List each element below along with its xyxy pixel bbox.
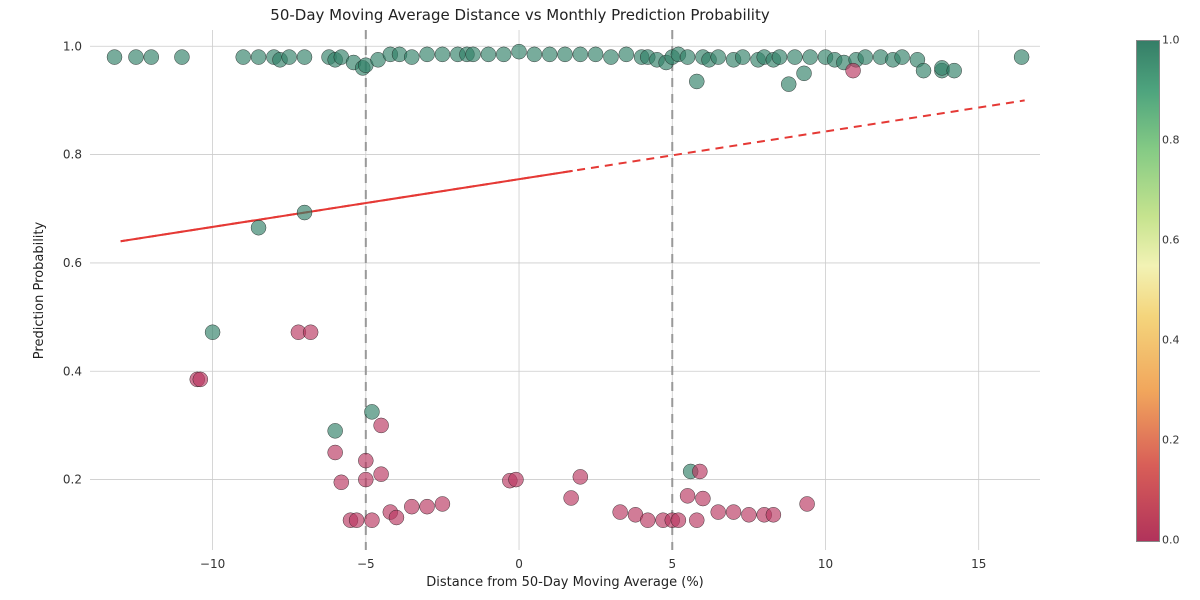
svg-text:−5: −5 [357, 557, 375, 571]
svg-text:1.0: 1.0 [63, 39, 82, 53]
svg-text:5: 5 [668, 557, 676, 571]
svg-text:0.6: 0.6 [63, 256, 82, 270]
svg-text:0.2: 0.2 [63, 473, 82, 487]
svg-text:15: 15 [971, 557, 986, 571]
svg-text:0.4: 0.4 [63, 364, 82, 378]
plot-area: 0.20.40.60.81.0−10−5051015 [90, 30, 1040, 550]
colorbar [1136, 40, 1160, 542]
chart-figure: 50-Day Moving Average Distance vs Monthl… [0, 0, 1200, 600]
colorbar-ticks: 0.00.20.40.60.81.0 [1162, 40, 1190, 540]
svg-text:0.8: 0.8 [63, 148, 82, 162]
svg-text:−10: −10 [200, 557, 225, 571]
svg-text:0: 0 [515, 557, 523, 571]
y-axis-label: Prediction Probability [30, 30, 50, 550]
chart-title: 50-Day Moving Average Distance vs Monthl… [0, 6, 1040, 24]
svg-text:10: 10 [818, 557, 833, 571]
x-axis-label: Distance from 50-Day Moving Average (%) [90, 575, 1040, 590]
